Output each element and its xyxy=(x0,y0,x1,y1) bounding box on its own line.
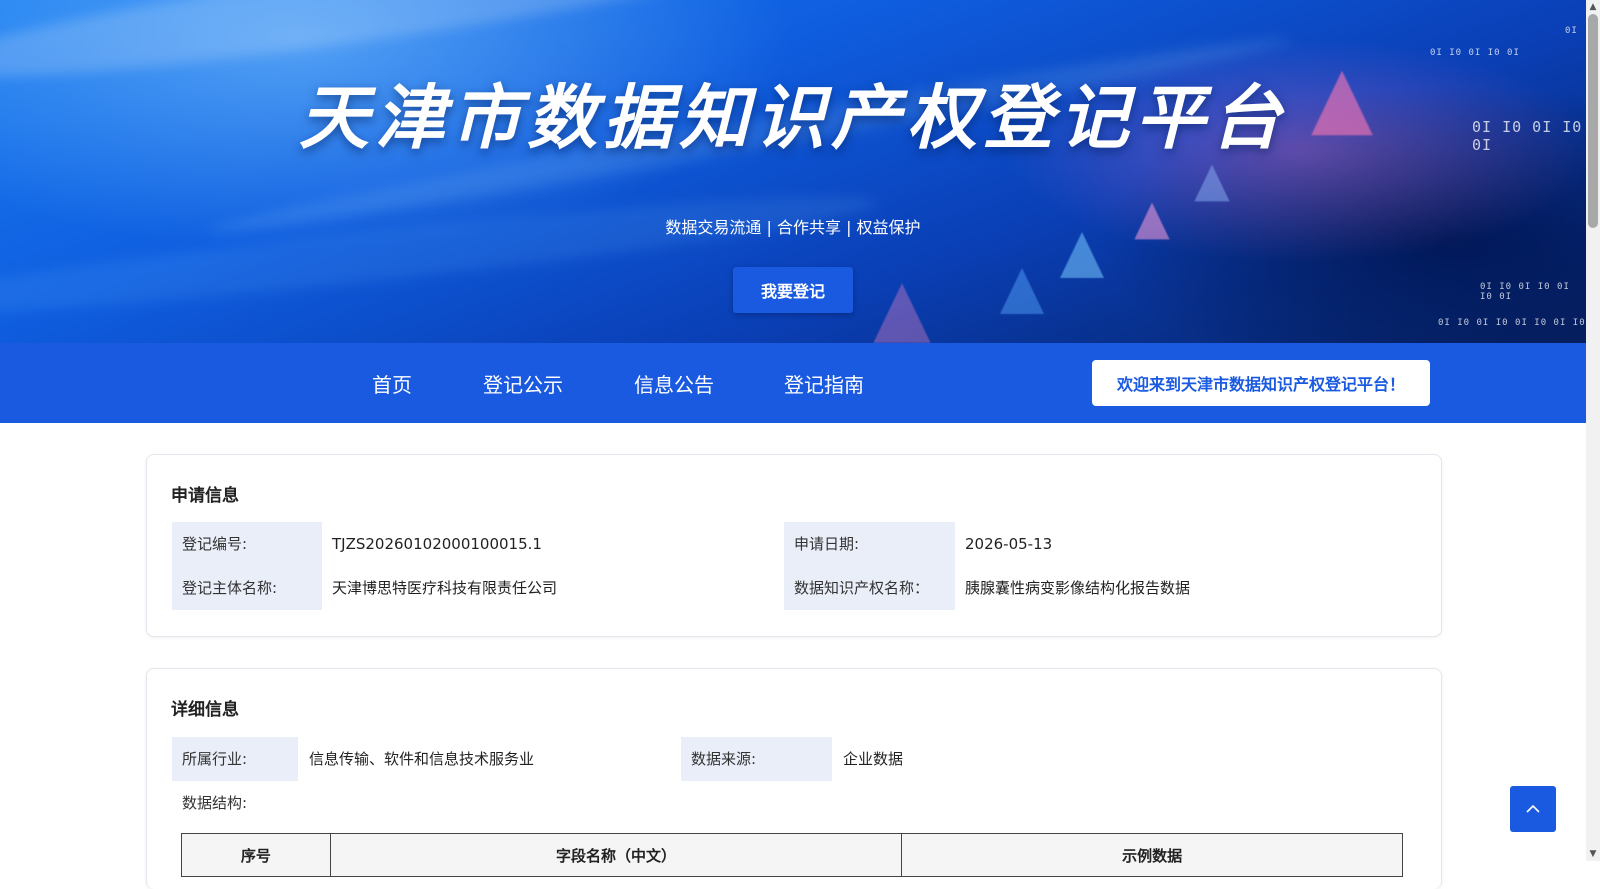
decor-triangle xyxy=(1060,232,1104,278)
decor-triangle xyxy=(1000,268,1044,314)
subject-value: 天津博思特医疗科技有限责任公司 xyxy=(332,579,558,597)
scrollbar-thumb[interactable] xyxy=(1588,14,1598,228)
decor-binary: 0I I0 0I I0 0I I0 0I xyxy=(1480,282,1570,302)
nav-item-announcements[interactable]: 信息公告 xyxy=(634,369,714,398)
page-title: 天津市数据知识产权登记平台 xyxy=(299,77,1287,159)
source-label: 数据来源: xyxy=(681,737,832,781)
decor-triangle xyxy=(1194,164,1230,202)
reg-no-value: TJZS20260102000100015.1 xyxy=(332,535,542,553)
source-value: 企业数据 xyxy=(843,750,904,768)
industry-value: 信息传输、软件和信息技术服务业 xyxy=(309,750,535,768)
back-to-top-button[interactable] xyxy=(1510,786,1556,832)
table-header: 序号 xyxy=(181,833,331,877)
label-column: 申请日期: 数据知识产权名称： xyxy=(784,522,955,610)
value-column: TJZS20260102000100015.1 天津博思特医疗科技有限责任公司 xyxy=(332,522,557,610)
nav-item-home[interactable]: 首页 xyxy=(372,369,412,398)
hero-banner: 0I I0 0I I0 0I 0I I0 0I I0 0I 0I I0 0I I… xyxy=(0,0,1586,343)
main-nav: 首页 登记公示 信息公告 登记指南 欢迎来到天津市数据知识产权登记平台！ xyxy=(0,343,1586,423)
decor-binary: 0I I0 0I I0 0I xyxy=(1430,48,1520,58)
data-structure-table: 序号 字段名称（中文） 示例数据 xyxy=(181,833,1403,877)
scroll-down-arrow-icon[interactable]: ▼ xyxy=(1588,849,1598,859)
card-title: 申请信息 xyxy=(171,486,239,506)
application-info-card: 申请信息 登记编号: 登记主体名称: TJZS20260102000100015… xyxy=(146,454,1442,637)
ip-name-value: 胰腺囊性病变影像结构化报告数据 xyxy=(965,579,1191,597)
scroll-up-arrow-icon[interactable]: ▲ xyxy=(1588,2,1598,12)
structure-label: 数据结构: xyxy=(182,794,248,812)
hero-subtitle: 数据交易流通 | 合作共享 | 权益保护 xyxy=(665,218,921,237)
label-column: 登记编号: 登记主体名称: xyxy=(172,522,322,610)
subject-label: 登记主体名称: xyxy=(182,579,278,597)
table-header-row: 序号 字段名称（中文） 示例数据 xyxy=(181,833,1403,877)
industry-label: 所属行业: xyxy=(172,737,298,781)
chevron-up-icon xyxy=(1526,804,1540,813)
decor-triangle xyxy=(873,283,931,343)
ip-name-label: 数据知识产权名称： xyxy=(794,579,930,597)
reg-no-label: 登记编号: xyxy=(182,535,248,553)
table-header: 示例数据 xyxy=(901,833,1403,877)
date-label: 申请日期: xyxy=(794,535,860,553)
nav-item-guide[interactable]: 登记指南 xyxy=(784,369,864,398)
value-column: 2026-05-13 胰腺囊性病变影像结构化报告数据 xyxy=(965,522,1190,610)
welcome-banner: 欢迎来到天津市数据知识产权登记平台！ xyxy=(1092,360,1430,406)
decor-binary: 0I I0 0I I0 0I I0 0I I0 xyxy=(1438,318,1586,328)
card-title: 详细信息 xyxy=(171,700,239,720)
nav-item-publicity[interactable]: 登记公示 xyxy=(483,369,563,398)
table-header: 字段名称（中文） xyxy=(329,833,903,877)
decor-binary: 0I xyxy=(1565,26,1578,36)
register-button[interactable]: 我要登记 xyxy=(733,267,853,313)
date-value: 2026-05-13 xyxy=(965,535,1053,553)
